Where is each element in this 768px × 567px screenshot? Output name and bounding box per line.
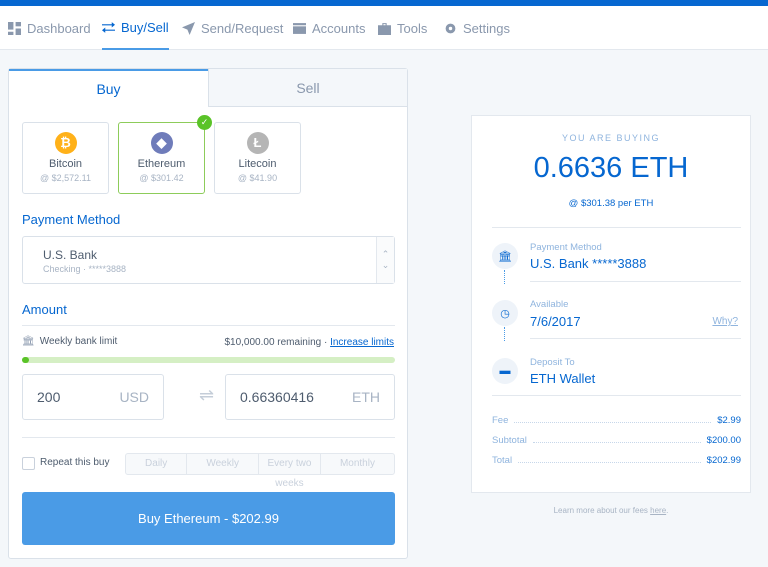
coin-price: @ $301.42 (139, 173, 184, 183)
coin-name: Bitcoin (48, 158, 83, 170)
bank-icon: 🏛 (22, 336, 35, 347)
fees-here-link[interactable]: here (650, 506, 666, 515)
nav-tools[interactable]: Tools (378, 6, 427, 50)
deposit-value: ETH Wallet (530, 371, 596, 386)
toolbox-icon (378, 22, 391, 35)
why-link[interactable]: Why? (712, 316, 738, 327)
coin-name: Ethereum (137, 158, 186, 170)
usd-amount-input[interactable]: 200 USD (22, 374, 164, 420)
coin-litecoin[interactable]: Ł Litecoin @ $41.90 (214, 122, 301, 194)
nav-accounts[interactable]: Accounts (293, 6, 365, 50)
nav-label: Settings (463, 20, 510, 36)
subtotal-label: Subtotal (492, 435, 527, 446)
deposit-label: Deposit To (530, 357, 575, 368)
coin-price: @ $2,572.11 (39, 173, 91, 183)
eth-unit: ETH (352, 389, 380, 405)
eth-value: 0.66360416 (240, 389, 314, 405)
fee-value: $2.99 (717, 415, 741, 426)
bank-detail: Checking · *****3888 (43, 264, 127, 274)
divider (530, 338, 741, 339)
freq-weekly[interactable]: Weekly (187, 454, 259, 474)
divider (492, 395, 741, 396)
limit-label: Weekly bank limit (39, 336, 118, 347)
wallet-icon (293, 22, 306, 34)
weekly-limit: 🏛 Weekly bank limit (22, 336, 117, 347)
limit-info: $10,000.00 remaining · Increase limits (224, 337, 394, 348)
subtotal-value: $200.00 (706, 435, 741, 446)
total-label: Total (492, 455, 513, 466)
fee-label: Fee (492, 415, 509, 426)
chevron-updown-icon: ⌃ ⌄ (376, 237, 394, 283)
repeat-frequency-group: Daily Weekly Every two weeks Monthly (125, 453, 395, 489)
tab-sell[interactable]: Sell (208, 69, 407, 107)
nav-buy-sell[interactable]: Buy/Sell (102, 6, 169, 50)
nav-label: Send/Request (201, 20, 284, 36)
amount-heading: Amount (22, 302, 67, 317)
limit-progress-fill (22, 357, 30, 363)
swap-icon (102, 21, 115, 33)
total-row: Total $202.99 (492, 455, 741, 466)
nav-send-request[interactable]: Send/Request (182, 6, 283, 50)
nav-label: Tools (397, 20, 428, 36)
exchange-rate: @ $301.38 per ETH (568, 198, 654, 209)
divider (492, 227, 741, 228)
bank-icon: 🏛 (492, 243, 518, 269)
fees-footer: Learn more about our fees here. (471, 506, 751, 515)
clock-icon: ◷ (492, 300, 518, 326)
limit-progress-bar (22, 357, 395, 363)
increase-limits-link[interactable]: Increase limits (330, 337, 394, 348)
coin-bitcoin[interactable]: ₿ Bitcoin @ $2,572.11 (22, 122, 109, 194)
selected-check-icon: ✓ (197, 115, 212, 130)
repeat-label: Repeat this buy (40, 457, 110, 468)
available-label: Available (530, 299, 569, 310)
usd-unit: USD (119, 389, 149, 405)
send-icon (182, 21, 195, 35)
summary-heading: YOU ARE BUYING (561, 133, 661, 143)
connector (504, 327, 505, 341)
subtotal-row: Subtotal $200.00 (492, 435, 741, 446)
available-value: 7/6/2017 (530, 314, 581, 329)
divider (22, 437, 395, 438)
limit-remaining: $10,000.00 remaining · (224, 337, 328, 348)
buy-ethereum-button[interactable]: Buy Ethereum - $202.99 (22, 492, 395, 545)
payment-method-select[interactable]: U.S. Bank Checking · *****3888 ⌃ ⌄ (22, 236, 395, 284)
main-nav: Dashboard Buy/Sell Send/Request Accounts… (0, 6, 768, 50)
total-value: $202.99 (706, 455, 741, 466)
eth-amount-input[interactable]: 0.66360416 ETH (225, 374, 395, 420)
order-summary: YOU ARE BUYING 0.6636 ETH @ $301.38 per … (471, 115, 751, 493)
payment-value: U.S. Bank *****3888 (530, 256, 647, 271)
nav-label: Accounts (312, 20, 366, 36)
coin-ethereum[interactable]: ✓ ◆ Ethereum @ $301.42 (118, 115, 212, 194)
bitcoin-icon: ₿ (54, 132, 77, 154)
tab-buy[interactable]: Buy (9, 69, 208, 107)
usd-value: 200 (37, 389, 61, 405)
coin-name: Litecoin (238, 158, 277, 170)
payment-method-heading: Payment Method (22, 212, 121, 227)
ethereum-icon: ◆ (150, 132, 173, 154)
nav-dashboard[interactable]: Dashboard (8, 6, 91, 50)
divider (22, 325, 395, 326)
freq-daily[interactable]: Daily (126, 454, 188, 474)
nav-settings[interactable]: Settings (444, 6, 510, 50)
footer-text: Learn more about our fees (553, 506, 651, 515)
repeat-checkbox[interactable] (22, 457, 35, 470)
freq-every-two-weeks[interactable]: Every two weeks (259, 454, 321, 489)
payment-label: Payment Method (530, 242, 602, 253)
freq-monthly[interactable]: Monthly (321, 454, 394, 474)
coin-price: @ $41.90 (237, 173, 278, 183)
fee-row: Fee $2.99 (492, 415, 741, 426)
buy-sell-panel: Buy Sell ₿ Bitcoin @ $2,572.11 ✓ ◆ Ether… (8, 68, 408, 559)
gear-icon (445, 23, 456, 33)
footer-end: . (666, 506, 669, 515)
connector (504, 270, 505, 284)
buy-amount: 0.6636 ETH (533, 152, 689, 184)
nav-label: Dashboard (27, 20, 91, 36)
nav-label: Buy/Sell (121, 19, 169, 35)
divider (530, 281, 741, 282)
litecoin-icon: Ł (246, 132, 269, 154)
bank-name: U.S. Bank (43, 248, 98, 262)
swap-arrows-icon[interactable]: ⇌ (199, 385, 214, 406)
dashboard-icon (8, 21, 21, 35)
wallet-icon: ▬ (492, 358, 518, 384)
